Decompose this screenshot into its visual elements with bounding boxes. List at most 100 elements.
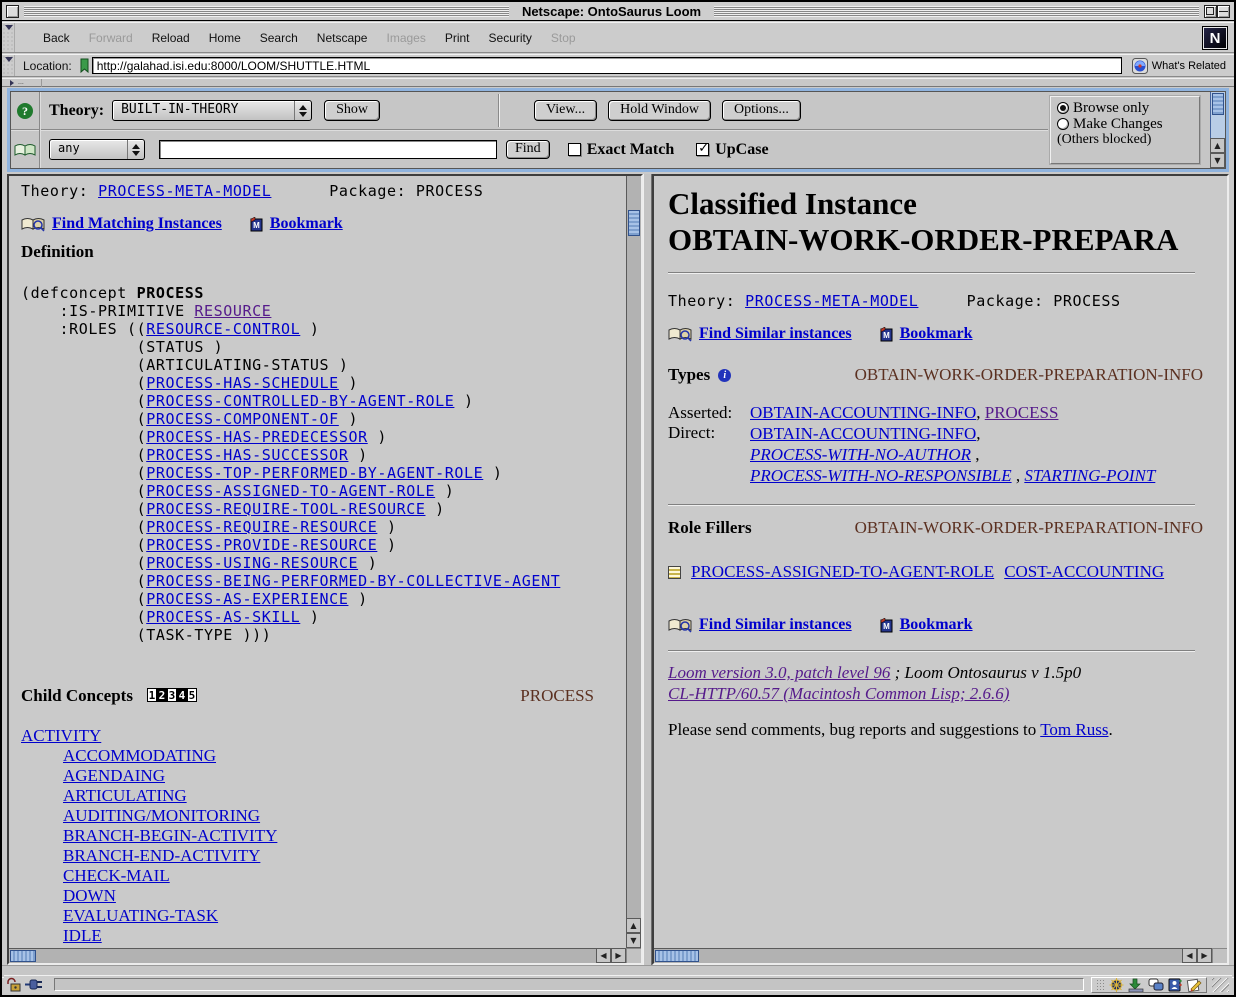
scroll-up-arrow[interactable]: ▲ [626,918,641,933]
direct-type-link[interactable]: PROCESS-WITH-NO-RESPONSIBLE [750,466,1012,485]
child-concept-link[interactable]: ACTIVITY [21,726,101,745]
role-value-link[interactable]: COST-ACCOUNTING [1004,562,1164,582]
search-type-dropdown[interactable]: any [49,139,145,160]
scrollbar-thumb[interactable] [10,950,36,962]
hold-window-button[interactable]: Hold Window [608,100,711,121]
scrollbar-thumb[interactable] [628,210,640,236]
theory-dropdown[interactable]: BUILT-IN-THEORY [112,100,312,121]
theory-link[interactable]: PROCESS-META-MODEL [98,182,271,200]
scrollbar-thumb[interactable] [655,950,699,962]
child-concept-link[interactable]: BRANCH-END-ACTIVITY [63,846,260,865]
role-concept-link[interactable]: RESOURCE-CONTROL [146,320,300,338]
scrollbar-thumb[interactable] [1212,93,1224,115]
find-input[interactable] [159,140,497,159]
instance-frame-hscrollbar[interactable]: ◀ ▶ [654,948,1212,963]
title-bar[interactable]: Netscape: OntoSaurus Loom [2,2,1234,21]
composer-component-icon[interactable] [1186,978,1202,992]
role-concept-link[interactable]: PROCESS-HAS-PREDECESSOR [146,428,368,446]
asserted-type-link[interactable]: OBTAIN-ACCOUNTING-INFO [750,403,976,422]
control-frame-scrollbar[interactable]: ▲ ▼ [1210,92,1225,168]
concept-frame-hscrollbar[interactable]: ◀ ▶ [9,948,626,963]
role-link[interactable]: PROCESS-ASSIGNED-TO-AGENT-ROLE [691,562,994,582]
role-concept-link[interactable]: PROCESS-HAS-SCHEDULE [146,374,339,392]
child-concept-link[interactable]: AGENDAING [63,766,165,785]
child-concept-link[interactable]: BRANCH-BEGIN-ACTIVITY [63,826,277,845]
toolbar-button-search[interactable]: Search [260,31,298,45]
tom-russ-link[interactable]: Tom Russ [1040,720,1108,739]
library-icon[interactable] [11,131,39,168]
help-icon[interactable]: ? [17,103,33,119]
child-concepts-pager[interactable]: 12345 [147,688,197,702]
role-concept-link[interactable]: PROCESS-REQUIRE-RESOURCE [146,518,377,536]
role-concept-link[interactable]: PROCESS-TOP-PERFORMED-BY-AGENT-ROLE [146,464,483,482]
network-plug-icon[interactable] [25,978,47,991]
role-concept-link[interactable]: PROCESS-CONTROLLED-BY-AGENT-ROLE [146,392,454,410]
scroll-left-arrow[interactable]: ◀ [1182,948,1197,963]
exact-match-checkbox[interactable] [568,143,581,156]
role-concept-link[interactable]: PROCESS-PROVIDE-RESOURCE [146,536,377,554]
find-similar-instances-link[interactable]: Find Similar instances [699,616,852,634]
bookmark-link[interactable]: Bookmark [270,215,343,233]
role-concept-link[interactable]: PROCESS-COMPONENT-OF [146,410,339,428]
child-concept-link[interactable]: DOWN [63,886,116,905]
bookmark-link[interactable]: Bookmark [900,325,973,343]
window-resize-grip[interactable] [1212,978,1229,992]
scroll-left-arrow[interactable]: ◀ [596,948,611,963]
find-matching-instances-link[interactable]: Find Matching Instances [52,215,222,233]
toolbar-button-netscape[interactable]: Netscape [317,31,368,45]
netscape-logo[interactable]: N [1202,26,1228,50]
loom-version-link[interactable]: Loom version 3.0, patch level 96 [668,663,890,682]
toolbar-button-print[interactable]: Print [445,31,470,45]
toolbar-collapse-grip[interactable] [2,23,15,52]
pager-digit[interactable]: 3 [167,688,177,702]
role-concept-link[interactable]: PROCESS-AS-EXPERIENCE [146,590,348,608]
role-concept-link[interactable]: PROCESS-AS-SKILL [146,608,300,626]
show-button[interactable]: Show [324,100,380,121]
child-concept-link[interactable]: ARTICULATING [63,786,187,805]
concept-frame-vscrollbar[interactable]: ▲ ▼ [626,176,641,948]
whats-related-button[interactable]: What's Related [1132,58,1226,74]
info-icon[interactable]: i [718,369,731,382]
role-concept-link[interactable]: PROCESS-REQUIRE-TOOL-RESOURCE [146,500,425,518]
role-concept-link[interactable]: RESOURCE [194,302,271,320]
scroll-down-arrow[interactable]: ▼ [626,933,641,948]
find-similar-instances-link[interactable]: Find Similar instances [699,325,852,343]
child-concept-link[interactable]: EVALUATING-TASK [63,906,218,925]
page-bookmark-icon[interactable] [77,58,92,73]
scroll-down-arrow[interactable]: ▼ [1210,153,1225,168]
toolbar-button-security[interactable]: Security [489,31,532,45]
pager-digit[interactable]: 2 [157,688,167,702]
mailbox-component-icon[interactable] [1128,978,1144,992]
child-concept-link[interactable]: AUDITING/MONITORING [63,806,260,825]
collapse-window-button[interactable] [1217,5,1230,18]
address-book-component-icon[interactable] [1168,978,1182,992]
toolbar-button-home[interactable]: Home [209,31,241,45]
options-button[interactable]: Options... [722,100,801,121]
browse-only-radio[interactable] [1057,102,1069,114]
pager-digit[interactable]: 5 [187,688,197,702]
theory-link[interactable]: PROCESS-META-MODEL [745,292,918,310]
child-concept-link[interactable]: IDLE [63,926,102,945]
find-button[interactable]: Find [506,140,550,159]
toolbar-button-reload[interactable]: Reload [152,31,190,45]
personal-toolbar-tab[interactable]: ... [8,79,42,87]
direct-type-link[interactable]: OBTAIN-ACCOUNTING-INFO [750,424,976,443]
direct-type-link[interactable]: PROCESS-WITH-NO-AUTHOR [750,445,971,464]
child-concept-link[interactable]: ACCOMMODATING [63,746,216,765]
locationbar-collapse-grip[interactable] [2,55,15,76]
make-changes-radio[interactable] [1057,118,1069,130]
navigator-component-icon[interactable] [1109,978,1124,992]
scroll-right-arrow[interactable]: ▶ [1197,948,1212,963]
component-bar-grip[interactable] [1096,979,1105,991]
toolbar-button-back[interactable]: Back [43,31,70,45]
role-concept-link[interactable]: PROCESS-BEING-PERFORMED-BY-COLLECTIVE-AG… [146,572,560,590]
role-concept-link[interactable]: PROCESS-ASSIGNED-TO-AGENT-ROLE [146,482,435,500]
role-concept-link[interactable]: PROCESS-HAS-SUCCESSOR [146,446,348,464]
frame-divider[interactable] [643,174,652,965]
pager-digit[interactable]: 1 [147,688,157,702]
pager-digit[interactable]: 4 [177,688,187,702]
security-padlock-icon[interactable] [7,977,22,992]
scroll-right-arrow[interactable]: ▶ [611,948,626,963]
direct-type-link[interactable]: STARTING-POINT [1024,466,1155,485]
zoom-window-button[interactable] [1204,5,1217,18]
